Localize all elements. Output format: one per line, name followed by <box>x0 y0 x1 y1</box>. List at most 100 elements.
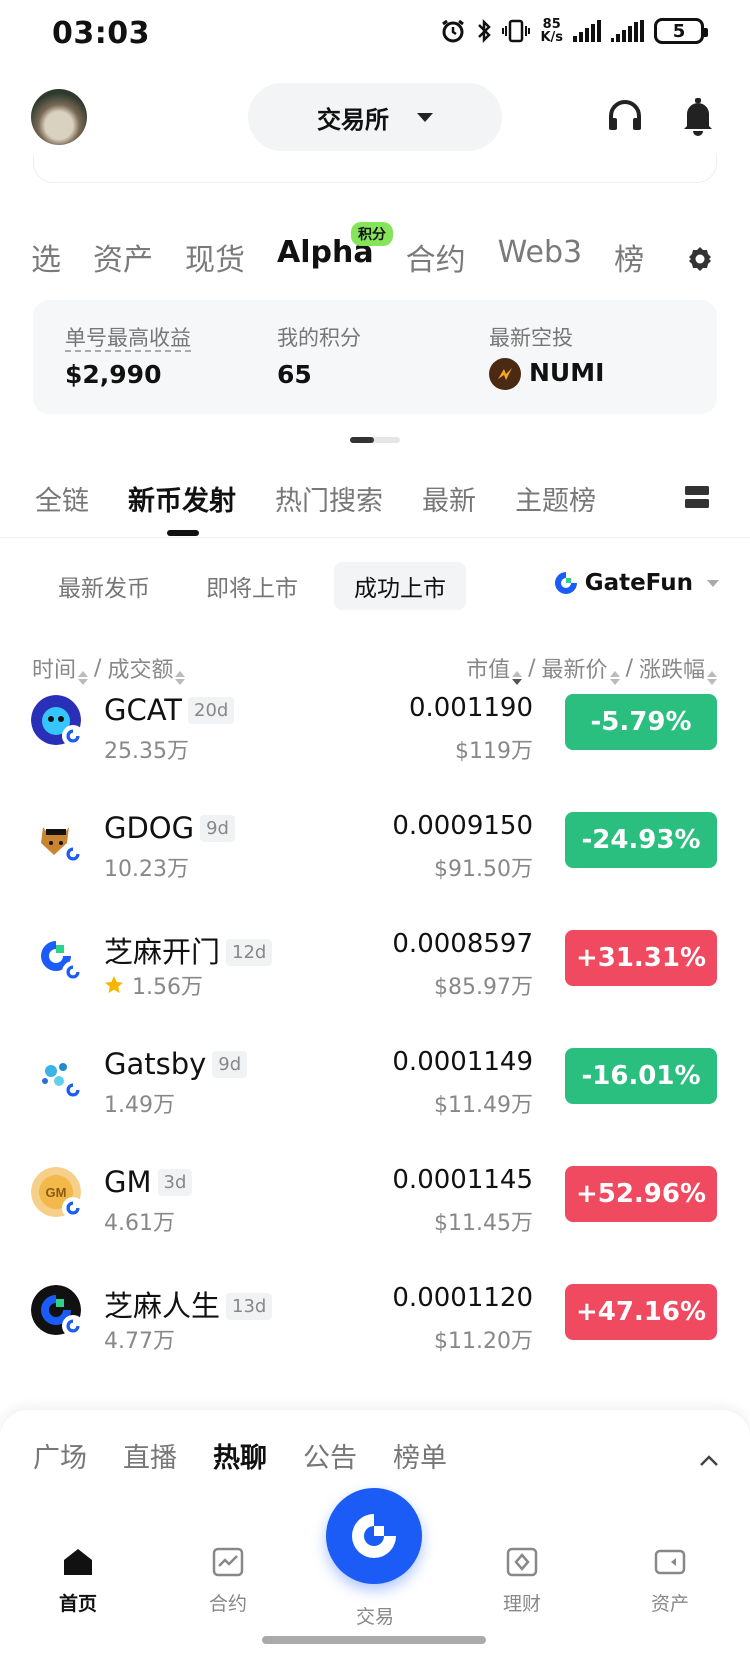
svg-text:GM: GM <box>46 1185 67 1200</box>
platform-selector[interactable]: GateFun <box>553 570 719 596</box>
bell-icon[interactable] <box>678 96 718 136</box>
alpha-stats-card[interactable] <box>33 300 717 414</box>
token-age: 9d <box>212 1051 248 1078</box>
finance-icon <box>506 1547 538 1577</box>
tab-all-chains[interactable]: 全链 <box>35 479 89 518</box>
nav-earn[interactable]: 理财 <box>482 1546 562 1616</box>
gatefun-badge-icon <box>62 843 84 865</box>
trade-button[interactable] <box>326 1488 422 1584</box>
token-age: 3d <box>157 1169 193 1196</box>
carousel-indicator <box>350 437 400 443</box>
token-volume: 4.61万 <box>104 1211 175 1236</box>
avatar[interactable] <box>31 89 87 145</box>
sort-change[interactable]: 涨跌幅 <box>639 652 717 685</box>
tab-hot-chat[interactable]: 热聊 <box>213 1436 267 1475</box>
gatefun-badge-icon <box>62 1315 84 1337</box>
token-row[interactable]: 芝麻开门 12d 1.56万 0.0008597 $85.97万 +31.31% <box>0 919 750 1037</box>
sort-mcap[interactable]: 市值 <box>466 652 523 685</box>
max-profit-value: $2,990 <box>65 360 162 389</box>
divider <box>0 537 750 538</box>
token-mcap: $11.49万 <box>434 1093 533 1118</box>
token-price: 0.0001149 <box>392 1047 533 1077</box>
chip-upcoming[interactable]: 即将上市 <box>186 562 318 610</box>
token-price: 0.0009150 <box>392 811 533 841</box>
token-row[interactable]: GCAT 20d 25.35万 0.001190 $119万 -5.79% <box>0 683 750 801</box>
gatefun-badge-icon <box>62 961 84 983</box>
vibrate-icon <box>502 19 531 43</box>
wallet-icon <box>654 1549 686 1575</box>
token-name: GCAT 20d <box>104 693 235 727</box>
token-mcap: $91.50万 <box>434 857 533 882</box>
home-indicator <box>262 1636 486 1644</box>
token-row[interactable]: GM GM 3d 4.61万 0.0001145 $11.45万 +52.96% <box>0 1155 750 1273</box>
sort-price[interactable]: 最新价 <box>542 652 620 685</box>
column-header-left: 时间 / 成交额 <box>32 652 186 685</box>
token-row[interactable]: GDOG 9d 10.23万 0.0009150 $91.50万 -24.93% <box>0 801 750 919</box>
sort-time[interactable]: 时间 <box>32 652 89 685</box>
token-mcap: $11.20万 <box>434 1329 533 1354</box>
collapsed-card-edge <box>33 155 717 183</box>
tab-futures[interactable]: 合约 <box>406 235 466 279</box>
nav-futures[interactable]: 合约 <box>188 1546 268 1616</box>
tab-announcements[interactable]: 公告 <box>303 1436 357 1475</box>
tab-web3[interactable]: Web3 <box>498 235 583 279</box>
price-change-badge[interactable]: -5.79% <box>565 694 717 750</box>
tab-assets[interactable]: 资产 <box>93 235 153 279</box>
chip-newest-tokens[interactable]: 最新发币 <box>38 562 170 610</box>
airdrop-label: 最新空投 <box>489 326 573 350</box>
bluetooth-icon <box>478 18 492 44</box>
price-change-badge[interactable]: -16.01% <box>565 1048 717 1104</box>
token-volume: 1.49万 <box>104 1093 175 1118</box>
tab-hot-search[interactable]: 热门搜索 <box>275 479 383 518</box>
token-row[interactable]: Gatsby 9d 1.49万 0.0001149 $11.49万 -16.01% <box>0 1037 750 1155</box>
status-time: 03:03 <box>52 16 150 51</box>
price-change-badge[interactable]: -24.93% <box>565 812 717 868</box>
token-name: GDOG 9d <box>104 811 235 845</box>
gate-logo-icon <box>352 1514 396 1558</box>
nav-trade-label[interactable]: 交易 <box>335 1602 415 1629</box>
points-badge: 积分 <box>351 222 393 246</box>
token-age: 20d <box>188 697 235 724</box>
gatefun-logo-icon <box>554 572 577 594</box>
chevron-down-icon <box>707 579 719 587</box>
price-change-badge[interactable]: +47.16% <box>565 1284 717 1340</box>
tab-latest[interactable]: 最新 <box>422 479 476 518</box>
points-label: 我的积分 <box>277 326 361 350</box>
star-icon <box>105 976 123 993</box>
signal-icon <box>573 20 601 42</box>
tab-square[interactable]: 广场 <box>33 1436 87 1475</box>
gatefun-badge-icon <box>62 1197 84 1219</box>
exchange-switcher[interactable]: 交易所 <box>248 83 502 151</box>
token-name: 芝麻人生 13d <box>104 1283 273 1325</box>
layout-toggle-icon[interactable] <box>684 485 710 509</box>
price-change-badge[interactable]: +31.31% <box>565 930 717 986</box>
tab-themes[interactable]: 主题榜 <box>515 479 596 518</box>
nav-assets[interactable]: 资产 <box>630 1546 710 1616</box>
exchange-label: 交易所 <box>317 105 389 134</box>
tab-live[interactable]: 直播 <box>123 1436 177 1475</box>
category-tabs: 全链 新币发射 热门搜索 最新 主题榜 <box>35 479 635 518</box>
max-profit-label[interactable]: 单号最高收益 <box>65 322 191 352</box>
active-tab-indicator <box>167 530 199 536</box>
home-icon <box>64 1549 92 1575</box>
tab-favorites[interactable]: 选 <box>32 235 61 279</box>
price-change-badge[interactable]: +52.96% <box>565 1166 717 1222</box>
tab-spot[interactable]: 现货 <box>185 235 245 279</box>
token-price: 0.001190 <box>408 693 533 723</box>
airdrop-value[interactable]: NUMI <box>489 358 604 390</box>
gatefun-badge-icon <box>62 1079 84 1101</box>
tab-new-launch[interactable]: 新币发射 <box>128 479 236 518</box>
nav-home[interactable]: 首页 <box>38 1546 118 1616</box>
chevron-up-icon[interactable] <box>698 1450 720 1472</box>
numi-logo-icon <box>489 358 521 390</box>
token-row[interactable]: 芝麻人生 13d 4.77万 0.0001120 $11.20万 +47.16% <box>0 1273 750 1391</box>
token-volume: 25.35万 <box>104 739 189 764</box>
chip-listed[interactable]: 成功上市 <box>334 562 466 610</box>
tab-leaderboard[interactable]: 榜单 <box>393 1436 447 1475</box>
tab-ranking[interactable]: 榜 <box>614 235 644 279</box>
headset-icon[interactable] <box>605 96 645 136</box>
sort-volume[interactable]: 成交额 <box>107 652 186 685</box>
token-age: 9d <box>200 815 235 842</box>
token-name: Gatsby 9d <box>104 1047 248 1081</box>
gear-icon[interactable] <box>686 245 714 273</box>
